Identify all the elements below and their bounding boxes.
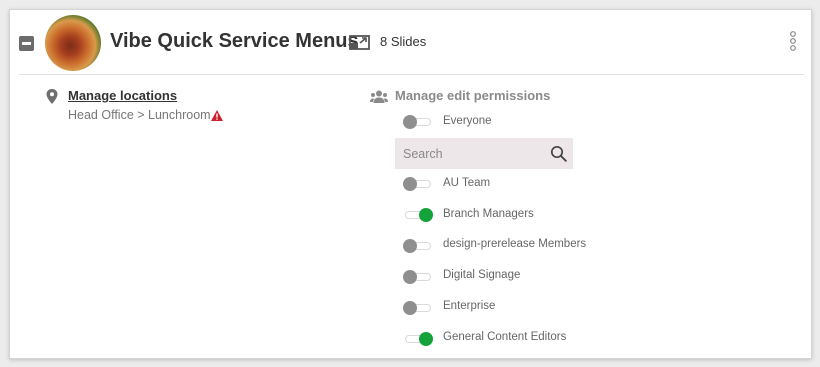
users-icon xyxy=(370,90,388,103)
toggle-group[interactable] xyxy=(403,300,433,316)
playlist-card: Vibe Quick Service Menus 8 Slides Manage… xyxy=(9,9,812,359)
card-header: Vibe Quick Service Menus 8 Slides xyxy=(10,10,811,74)
toggle-group[interactable] xyxy=(403,269,433,285)
toggle-knob xyxy=(403,115,417,129)
location-path: Head Office > Lunchroom xyxy=(68,108,211,122)
group-label: AU Team xyxy=(443,177,491,189)
manage-locations-link[interactable]: Manage locations xyxy=(68,88,177,103)
toggle-knob xyxy=(419,332,433,346)
slides-count: 8 Slides xyxy=(380,34,427,49)
toggle-knob xyxy=(419,208,433,222)
toggle-knob xyxy=(403,177,417,191)
group-label: Branch Managers xyxy=(443,208,534,220)
toggle-knob xyxy=(403,239,417,253)
manage-edit-permissions-heading: Manage edit permissions xyxy=(395,88,551,103)
location-pin-icon xyxy=(46,89,58,104)
group-label: Digital Signage xyxy=(443,269,521,281)
toggle-group[interactable] xyxy=(403,207,433,223)
everyone-label: Everyone xyxy=(443,115,492,127)
search-icon[interactable] xyxy=(550,145,567,162)
warning-icon xyxy=(211,110,223,121)
group-label: design-prerelease Members xyxy=(443,238,587,250)
toggle-group[interactable] xyxy=(403,331,433,347)
toggle-group[interactable] xyxy=(403,238,433,254)
playlist-title: Vibe Quick Service Menus xyxy=(110,30,359,52)
toggle-group[interactable] xyxy=(403,176,433,192)
toggle-knob xyxy=(403,301,417,315)
search-input[interactable] xyxy=(395,138,543,169)
toggle-knob xyxy=(403,270,417,284)
group-search xyxy=(395,138,573,169)
collapse-button[interactable] xyxy=(19,36,34,51)
group-label: Enterprise xyxy=(443,300,496,312)
group-label: General Content Editors xyxy=(443,331,567,343)
more-options-icon[interactable] xyxy=(787,30,799,52)
slides-icon xyxy=(349,35,370,50)
header-divider xyxy=(19,74,804,75)
toggle-everyone[interactable] xyxy=(403,114,433,130)
playlist-thumbnail xyxy=(45,15,101,71)
